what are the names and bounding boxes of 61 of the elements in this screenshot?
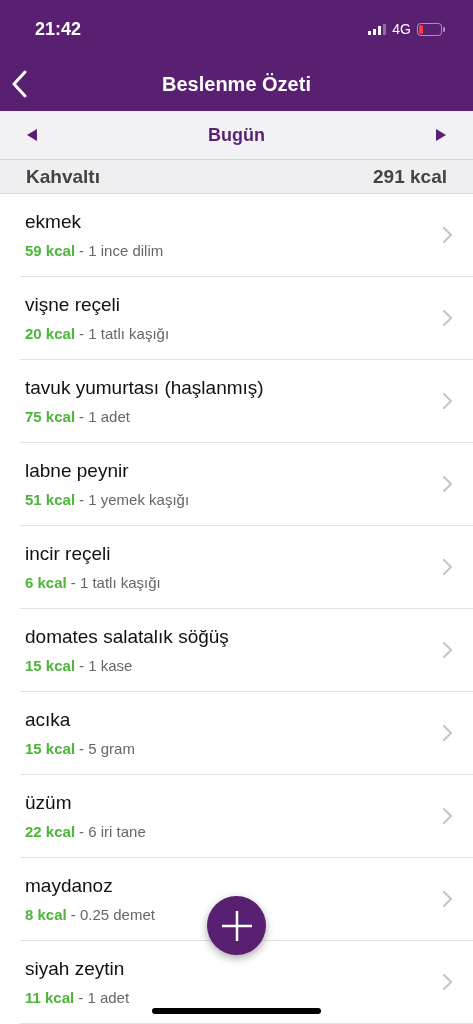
- food-row[interactable]: labne peynir 51 kcal - 1 yemek kaşığı: [20, 443, 473, 526]
- network-label: 4G: [392, 21, 411, 37]
- date-label: Bugün: [208, 124, 265, 146]
- calorie-value: 75 kcal: [25, 408, 76, 425]
- food-row[interactable]: incir reçeli 6 kcal - 1 tatlı kaşığı: [20, 526, 473, 609]
- chevron-icon: [443, 642, 452, 658]
- back-icon[interactable]: [11, 70, 27, 98]
- portion-text: - 1 adet: [79, 408, 130, 425]
- food-row[interactable]: vişne reçeli 20 kcal - 1 tatlı kaşığı: [20, 277, 473, 360]
- food-name: acıka: [25, 709, 72, 731]
- food-name: tavuk yumurtası (haşlanmış): [25, 377, 264, 399]
- food-name: vişne reçeli: [25, 294, 122, 316]
- food-row[interactable]: domates salatalık söğüş 15 kcal - 1 kase: [20, 609, 473, 692]
- chevron-icon: [443, 393, 452, 409]
- portion-text: - 1 kase: [79, 657, 133, 674]
- portion-text: - 1 tatlı kaşığı: [79, 325, 170, 342]
- portion-text: - 5 gram: [79, 740, 135, 757]
- calorie-value: 15 kcal: [25, 657, 76, 674]
- food-name: siyah zeytin: [25, 958, 126, 980]
- plus-icon: [221, 910, 252, 941]
- chevron-icon: [443, 891, 452, 907]
- screen-title: Beslenme Özeti: [162, 73, 311, 96]
- battery-icon: [417, 22, 445, 36]
- calorie-value: 6 kcal: [25, 574, 67, 591]
- food-name: incir reçeli: [25, 543, 112, 565]
- food-row[interactable]: üzüm 22 kcal - 6 iri tane: [20, 775, 473, 858]
- calorie-value: 8 kcal: [25, 906, 67, 923]
- section-total: 291 kcal: [373, 165, 447, 188]
- portion-text: - 6 iri tane: [79, 823, 146, 840]
- portion-text: - 1 yemek kaşığı: [79, 491, 190, 508]
- chevron-icon: [443, 476, 452, 492]
- food-row[interactable]: tavuk yumurtası (haşlanmış) 75 kcal - 1 adet: [20, 360, 473, 443]
- previous-icon[interactable]: [27, 129, 37, 141]
- section-title: Kahvaltı: [26, 165, 100, 188]
- status-time: 21:42: [35, 18, 82, 40]
- food-row[interactable]: acıka 15 kcal - 5 gram: [20, 692, 473, 775]
- calorie-value: 22 kcal: [25, 823, 76, 840]
- portion-text: - 0.25 demet: [70, 906, 155, 923]
- food-name: maydanoz: [25, 875, 114, 897]
- calorie-value: 51 kcal: [25, 491, 76, 508]
- portion-text: - 1 ince dilim: [79, 242, 164, 259]
- chevron-icon: [443, 974, 452, 990]
- calorie-value: 20 kcal: [25, 325, 76, 342]
- add-button[interactable]: [207, 896, 266, 955]
- calorie-value: 59 kcal: [25, 242, 76, 259]
- chevron-icon: [443, 227, 452, 243]
- chevron-icon: [443, 808, 452, 824]
- next-icon[interactable]: [436, 129, 446, 141]
- chevron-icon: [443, 559, 452, 575]
- chevron-icon: [443, 725, 452, 741]
- chevron-icon: [443, 310, 452, 326]
- signal-icon: [368, 23, 387, 35]
- portion-text: - 1 tatlı kaşığı: [70, 574, 161, 591]
- calorie-value: 11 kcal: [25, 989, 75, 1006]
- portion-text: - 1 adet: [78, 989, 130, 1006]
- food-row[interactable]: ekmek 59 kcal - 1 ince dilim: [20, 194, 473, 277]
- food-name: domates salatalık söğüş: [25, 626, 229, 648]
- food-name: labne peynir: [25, 460, 130, 482]
- food-name: ekmek: [25, 211, 82, 233]
- food-name: üzüm: [25, 792, 73, 814]
- calorie-value: 15 kcal: [25, 740, 76, 757]
